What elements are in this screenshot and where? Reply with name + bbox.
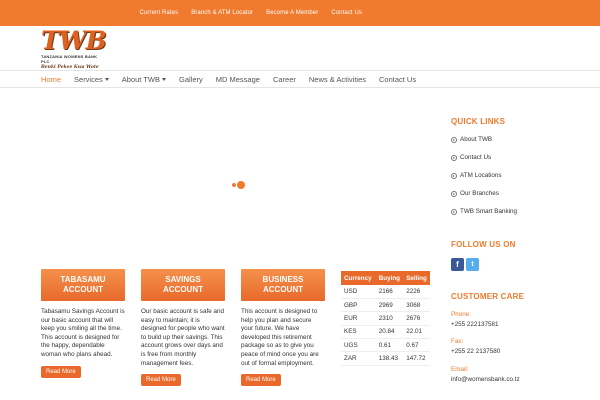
buying-rate: 0.61 — [375, 338, 404, 353]
facebook-icon[interactable]: f — [451, 258, 464, 271]
arrow-circle-icon — [451, 154, 457, 161]
fax-number: +255 22 2137580 — [451, 348, 501, 355]
caret-down-icon — [104, 78, 109, 81]
nav-item-career[interactable]: Career — [273, 75, 296, 84]
currency-code: EUR — [341, 311, 376, 326]
twitter-icon[interactable]: t — [466, 258, 479, 271]
top-link-current-rates[interactable]: Current Rates — [140, 10, 179, 16]
currency-code: GBP — [341, 298, 376, 313]
table-row: UGS 0.61 0.67 — [341, 338, 430, 353]
table-row: ZAR 138.43 147.72 — [341, 351, 430, 366]
top-link-contact-us[interactable]: Contact Us — [331, 10, 362, 16]
column-header: Buying — [375, 271, 404, 285]
currency-code: USD — [341, 285, 376, 299]
buying-rate: 2166 — [375, 285, 404, 299]
quick-link-branches[interactable]: Our Branches — [451, 190, 499, 197]
buying-rate: 2969 — [375, 298, 404, 313]
nav-item-home[interactable]: Home — [41, 75, 61, 84]
selling-rate: 147.72 — [403, 351, 430, 366]
read-more-button[interactable]: Read More — [241, 374, 281, 387]
nav-item-contact[interactable]: Contact Us — [379, 75, 416, 84]
read-more-button[interactable]: Read More — [141, 374, 181, 387]
nav-item-md-message[interactable]: MD Message — [216, 75, 260, 84]
table-row: KES 20.84 22.01 — [341, 325, 430, 340]
buying-rate: 138.43 — [375, 351, 404, 366]
arrow-circle-icon — [451, 208, 457, 215]
top-link-branch-atm-locator[interactable]: Branch & ATM Locator — [191, 10, 253, 16]
social-links: f t — [451, 258, 481, 271]
product-header[interactable]: SAVINGS ACCOUNT — [141, 269, 225, 301]
product-header[interactable]: TABASAMU ACCOUNT — [41, 269, 125, 301]
phone-label: Phone: — [451, 311, 471, 318]
nav-item-services[interactable]: Services — [74, 75, 109, 84]
product-description: Tabasamu Savings Account is our basic ac… — [41, 308, 125, 358]
currency-code: KES — [341, 325, 376, 340]
phone-number: +255 222137581 — [451, 321, 499, 328]
quick-link-atm-locations[interactable]: ATM Locations — [451, 172, 502, 179]
arrow-circle-icon — [451, 172, 457, 179]
selling-rate: 2226 — [403, 285, 430, 299]
top-link-become-member[interactable]: Become A Member — [266, 10, 318, 16]
buying-rate: 20.84 — [375, 325, 404, 340]
currency-code: UGS — [341, 338, 376, 353]
table-header-row: Currency Buying Selling — [341, 271, 430, 285]
arrow-circle-icon — [451, 136, 457, 143]
currency-code: ZAR — [341, 351, 376, 366]
selling-rate: 0.67 — [403, 338, 430, 353]
table-row: USD 2166 2226 — [341, 285, 430, 299]
column-header: Currency — [341, 271, 376, 285]
table-row: EUR 2310 2676 — [341, 311, 430, 326]
quick-links-title: QUICK LINKS — [451, 117, 506, 126]
product-tabasamu: TABASAMU ACCOUNT Tabasamu Savings Accoun… — [41, 269, 125, 378]
column-header: Selling — [403, 271, 430, 285]
product-business: BUSINESS ACCOUNT This account is designe… — [241, 269, 325, 387]
selling-rate: 2676 — [403, 311, 430, 326]
email-address[interactable]: info@womensbank.co.tz — [451, 376, 520, 383]
selling-rate: 22.01 — [403, 325, 430, 340]
quick-link-smart-banking[interactable]: TWB Smart Banking — [451, 208, 517, 215]
product-savings: SAVINGS ACCOUNT Our basic account is saf… — [141, 269, 225, 387]
product-header[interactable]: BUSINESS ACCOUNT — [241, 269, 325, 301]
slider-loading-indicator — [232, 181, 246, 189]
logo-bank-name: TANZANIA WOMENS BANK PLC — [41, 54, 98, 64]
arrow-circle-icon — [451, 190, 457, 197]
loading-dot — [237, 181, 245, 189]
quick-link-about[interactable]: About TWB — [451, 136, 492, 143]
product-description: Our basic account is safe and easy to ma… — [141, 308, 225, 367]
loading-dot — [232, 183, 236, 187]
product-description: This account is designed to help you pla… — [241, 308, 319, 367]
follow-us-title: FOLLOW US ON — [451, 240, 516, 249]
selling-rate: 3068 — [403, 298, 430, 313]
buying-rate: 2310 — [375, 311, 404, 326]
currency-rates-table: Currency Buying Selling USD 2166 2226 GBP 2… — [341, 271, 430, 366]
nav-item-news[interactable]: News & Activities — [309, 75, 366, 84]
quick-link-contact[interactable]: Contact Us — [451, 154, 491, 161]
bank-logo[interactable]: TWB TANZANIA WOMENS BANK PLC Benki Pekee… — [41, 26, 107, 70]
email-label: Email: — [451, 366, 469, 373]
read-more-button[interactable]: Read More — [41, 365, 81, 378]
main-nav: Home Services About TWB Gallery MD Messa… — [0, 70, 600, 88]
caret-down-icon — [162, 78, 166, 81]
customer-care-title: CUSTOMER CARE — [451, 292, 525, 301]
top-bar: Current Rates Branch & ATM Locator Becom… — [0, 0, 600, 26]
fax-label: Fax: — [451, 338, 464, 345]
nav-item-about[interactable]: About TWB — [122, 75, 166, 84]
logo-mark: TWB — [41, 26, 107, 55]
nav-item-gallery[interactable]: Gallery — [179, 75, 203, 84]
table-row: GBP 2969 3068 — [341, 298, 430, 313]
top-links: Current Rates Branch & ATM Locator Becom… — [127, 0, 362, 26]
